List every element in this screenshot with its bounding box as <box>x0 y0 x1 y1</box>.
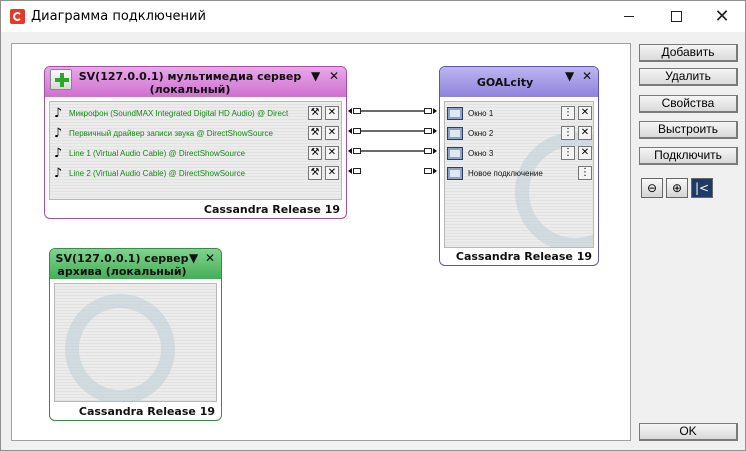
wrench-icon[interactable]: ⚒ <box>308 126 322 140</box>
source-label: Первичный драйвер записи звука @ DirectS… <box>69 128 274 138</box>
multimedia-node-title: SV(127.0.0.1) мультимедиа сервер (локаль… <box>78 70 302 96</box>
input-port[interactable] <box>424 168 432 174</box>
input-port-arrow-icon <box>433 148 437 154</box>
output-port-arrow-icon <box>348 128 352 134</box>
add-source-button[interactable] <box>50 69 72 90</box>
archive-node-title: SV(127.0.0.1) сервер архива (локальный) <box>55 252 189 278</box>
close-window-button[interactable]: ✕ <box>699 1 745 32</box>
screen-icon <box>447 166 463 180</box>
goalcity-node[interactable]: GOALcity ▼ ✕ Окно 1 ⋮ ✕ Окно 2 ⋮ ✕ Окно … <box>439 66 599 266</box>
input-port-arrow-icon <box>433 128 437 134</box>
screen-icon <box>447 126 463 140</box>
audio-note-icon: ♪ <box>53 165 63 181</box>
window-row[interactable]: Окно 3 ⋮ ✕ <box>447 144 593 162</box>
connect-button[interactable]: Подключить <box>639 147 738 165</box>
node-close-icon[interactable]: ✕ <box>205 251 215 265</box>
wrench-icon[interactable]: ⚒ <box>308 166 322 180</box>
input-port[interactable] <box>424 128 432 134</box>
remove-window-icon[interactable]: ✕ <box>578 106 592 120</box>
output-port-arrow-icon <box>348 108 352 114</box>
archive-server-node[interactable]: SV(127.0.0.1) сервер архива (локальный) … <box>49 248 222 421</box>
node-close-icon[interactable]: ✕ <box>329 69 339 83</box>
window-label: Окно 3 <box>468 148 494 158</box>
audio-note-icon: ♪ <box>53 125 63 141</box>
arrange-button[interactable]: Выстроить <box>639 121 738 139</box>
split-icon[interactable]: ⋮ <box>561 126 575 140</box>
title-bar: Диаграмма подключений ✕ <box>1 1 745 32</box>
source-label: Line 2 (Virtual Audio Cable) @ DirectSho… <box>69 168 246 178</box>
fit-view-icon[interactable]: |< <box>691 178 713 198</box>
window-row[interactable]: Окно 2 ⋮ ✕ <box>447 124 593 142</box>
multimedia-node-body: ♪ Микрофон (SoundMAX Integrated Digital … <box>49 101 342 200</box>
app-logo-icon <box>10 9 25 24</box>
remove-source-icon[interactable]: ✕ <box>325 146 339 160</box>
source-row[interactable]: ♪ Line 1 (Virtual Audio Cable) @ DirectS… <box>52 144 341 162</box>
source-row[interactable]: ♪ Микрофон (SoundMAX Integrated Digital … <box>52 104 341 122</box>
input-port-arrow-icon <box>433 168 437 174</box>
connection-diagram-window: Диаграмма подключений ✕ SV(127.0.0.1) му… <box>0 0 746 451</box>
output-port-arrow-icon <box>348 168 352 174</box>
collapse-icon[interactable]: ▼ <box>311 69 320 83</box>
cassandra-watermark-icon <box>65 294 175 401</box>
multimedia-node-footer: Cassandra Release 19 <box>203 203 340 216</box>
diagram-canvas[interactable]: SV(127.0.0.1) мультимедиа сервер (локаль… <box>11 43 631 441</box>
source-row[interactable]: ♪ Первичный драйвер записи звука @ Direc… <box>52 124 341 142</box>
add-button[interactable]: Добавить <box>639 44 738 62</box>
source-row[interactable]: ♪ Line 2 (Virtual Audio Cable) @ DirectS… <box>52 164 341 182</box>
wrench-icon[interactable]: ⚒ <box>308 106 322 120</box>
node-close-icon[interactable]: ✕ <box>582 69 592 83</box>
window-row[interactable]: Окно 1 ⋮ ✕ <box>447 104 593 122</box>
screen-icon <box>447 146 463 160</box>
output-port[interactable] <box>353 128 361 134</box>
goalcity-node-title: GOALcity <box>476 76 534 89</box>
remove-source-icon[interactable]: ✕ <box>325 126 339 140</box>
goalcity-node-body: Окно 1 ⋮ ✕ Окно 2 ⋮ ✕ Окно 3 ⋮ ✕ Новое п… <box>444 101 594 248</box>
collapse-icon[interactable]: ▼ <box>565 69 574 83</box>
split-icon[interactable]: ⋮ <box>561 146 575 160</box>
goalcity-node-footer: Cassandra Release 19 <box>455 250 592 263</box>
source-label: Line 1 (Virtual Audio Cable) @ DirectSho… <box>69 148 246 158</box>
window-label: Окно 2 <box>468 128 494 138</box>
window-title: Диаграмма подключений <box>31 9 206 24</box>
delete-button[interactable]: Удалить <box>639 68 738 86</box>
output-port[interactable] <box>353 148 361 154</box>
archive-node-body <box>54 283 217 402</box>
remove-source-icon[interactable]: ✕ <box>325 166 339 180</box>
output-port[interactable] <box>353 108 361 114</box>
output-port[interactable] <box>353 168 361 174</box>
window-row[interactable]: Новое подключение ⋮ <box>447 164 593 182</box>
zoom-out-icon[interactable]: ⊖ <box>641 178 663 198</box>
ok-button[interactable]: OK <box>639 423 738 441</box>
multimedia-server-node[interactable]: SV(127.0.0.1) мультимедиа сервер (локаль… <box>44 66 347 219</box>
remove-window-icon[interactable]: ✕ <box>578 126 592 140</box>
properties-button[interactable]: Свойства <box>639 95 738 113</box>
zoom-in-icon[interactable]: ⊕ <box>666 178 688 198</box>
source-label: Микрофон (SoundMAX Integrated Digital HD… <box>69 108 289 118</box>
wrench-icon[interactable]: ⚒ <box>308 146 322 160</box>
remove-window-icon[interactable]: ✕ <box>578 146 592 160</box>
collapse-icon[interactable]: ▼ <box>189 251 198 265</box>
maximize-button[interactable] <box>653 1 699 32</box>
archive-node-footer: Cassandra Release 19 <box>78 405 215 418</box>
remove-source-icon[interactable]: ✕ <box>325 106 339 120</box>
audio-note-icon: ♪ <box>53 105 63 121</box>
input-port-arrow-icon <box>433 108 437 114</box>
input-port[interactable] <box>424 148 432 154</box>
window-label: Новое подключение <box>468 168 543 178</box>
minimize-button[interactable] <box>606 1 652 32</box>
split-icon[interactable]: ⋮ <box>578 166 592 180</box>
input-port[interactable] <box>424 108 432 114</box>
screen-icon <box>447 106 463 120</box>
output-port-arrow-icon <box>348 148 352 154</box>
window-label: Окно 1 <box>468 108 494 118</box>
audio-note-icon: ♪ <box>53 145 63 161</box>
split-icon[interactable]: ⋮ <box>561 106 575 120</box>
